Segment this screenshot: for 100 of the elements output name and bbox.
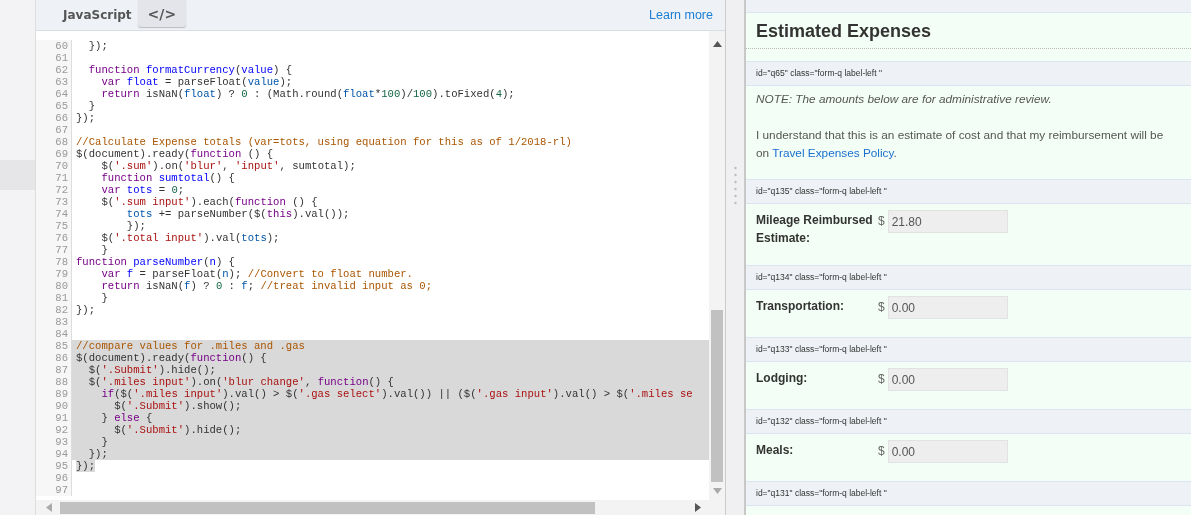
code-line: if($('.miles input').val() > $('.gas select').val()) || ($('.gas input').val() > $('.miles se [100, 388, 693, 400]
currency-symbol: $ [878, 214, 885, 228]
language-label: JavaScript [63, 8, 132, 22]
line-number: 97 [36, 484, 72, 496]
horizontal-scrollbar[interactable] [36, 500, 725, 515]
line-number: 86 [36, 352, 72, 364]
line-number: 65 [36, 100, 72, 112]
drag-handle-icon[interactable] [733, 165, 737, 205]
line-number: 81 [36, 292, 72, 304]
line-number: 82 [36, 304, 72, 316]
code-line: var float = parseFloat(value); [100, 76, 293, 88]
line-number: 84 [36, 328, 72, 340]
line-number: 76 [36, 232, 72, 244]
currency-symbol: $ [878, 372, 885, 386]
line-number: 68 [36, 136, 72, 148]
line-number: 74 [36, 208, 72, 220]
code-line: //Calculate Expense totals (var=tots, using equation for this as of 1/2018-rl) [75, 136, 572, 148]
code-line: }); [75, 304, 96, 316]
line-number: 66 [36, 112, 72, 124]
line-number: 75 [36, 220, 72, 232]
code-line: } [87, 100, 96, 112]
amount-field[interactable]: 0.00 [887, 368, 1008, 391]
code-line: }); [125, 220, 146, 232]
line-number: 70 [36, 160, 72, 172]
note-text: NOTE: The amounts below are for administrative review. [756, 92, 1053, 107]
line-number: 91 [36, 412, 72, 424]
field-label: Lodging: [756, 370, 809, 387]
line-number: 83 [36, 316, 72, 328]
field-label: Meals: [756, 442, 795, 459]
line-number: 85 [36, 340, 72, 352]
line-number: 87 [36, 364, 72, 376]
code-line: var f = parseFloat(n); //Convert to float number. [100, 268, 413, 280]
scroll-down-icon[interactable] [712, 488, 722, 494]
line-number: 88 [36, 376, 72, 388]
code-line: }); [87, 40, 108, 52]
line-number: 62 [36, 64, 72, 76]
code-line: $('.Submit').show(); [113, 400, 242, 412]
amount-field[interactable]: 0.00 [887, 440, 1008, 463]
line-number: 77 [36, 244, 72, 256]
code-line: return isNaN(float) ? 0 : (Math.round(float*100)/100).toFixed(4); [100, 88, 515, 100]
line-number: 79 [36, 268, 72, 280]
code-line: $('.Submit').hide(); [87, 364, 216, 376]
code-line: return isNaN(f) ? 0 : f; //treat invalid input as 0; [100, 280, 433, 292]
acknowledgement-text: I understand that this is an estimate of cost and that my reimbursement will be on Travel Expenses Policy. [756, 127, 1165, 162]
element-tag-bar: id="q133" class="form-q label-left " [746, 337, 1191, 362]
element-tag-bar: id="q135" class="form-q label-left " [746, 179, 1191, 204]
code-line: $(document).ready(function() { [75, 352, 267, 364]
code-line: var tots = 0; [100, 184, 185, 196]
line-number: 96 [36, 472, 72, 484]
line-number: 60 [36, 40, 72, 52]
line-number: 94 [36, 448, 72, 460]
code-line: $('.sum input').each(function () { [100, 196, 318, 208]
code-line: function formatCurrency(value) { [87, 64, 293, 76]
code-line: } [100, 436, 108, 448]
line-number: 69 [36, 148, 72, 160]
line-number: 61 [36, 52, 72, 64]
element-tag-bar: id="q132" class="form-q label-left " [746, 409, 1191, 434]
code-line: function parseNumber(n) { [75, 256, 235, 268]
line-number: 80 [36, 280, 72, 292]
field-label: Mileage Reimbursed Estimate: [756, 212, 874, 247]
section-title: Estimated Expenses [746, 13, 1191, 49]
code-line: } [100, 244, 108, 256]
line-number: 63 [36, 76, 72, 88]
code-line: $('.sum').on('blur', 'input', sumtotal); [100, 160, 356, 172]
amount-field[interactable]: 21.80 [887, 210, 1008, 233]
currency-symbol: $ [878, 444, 885, 458]
vertical-scrollbar[interactable] [709, 31, 725, 500]
line-number: 89 [36, 388, 72, 400]
scroll-right-icon[interactable] [695, 503, 701, 512]
amount-field[interactable]: 0.00 [887, 296, 1008, 319]
line-number: 93 [36, 436, 72, 448]
line-number: 67 [36, 124, 72, 136]
code-line: tots += parseNumber($(this).val()); [125, 208, 350, 220]
scroll-left-icon[interactable] [46, 503, 52, 512]
line-number: 90 [36, 400, 72, 412]
element-tag-bar: id="q134" class="form-q label-left " [746, 265, 1191, 290]
code-view-button[interactable]: </> [137, 0, 187, 27]
code-line: $('.Submit').hide(); [113, 424, 242, 436]
scroll-up-icon[interactable] [712, 41, 722, 47]
line-number: 78 [36, 256, 72, 268]
code-line: }); [87, 448, 108, 460]
code-line: $('.miles input').on('blur change', function() { [87, 376, 394, 388]
learn-more-link[interactable]: Learn more [649, 8, 713, 22]
code-line: //compare values for .miles and .gas [75, 340, 305, 352]
line-number: 92 [36, 424, 72, 436]
code-line: $('.total input').val(tots); [100, 232, 280, 244]
line-number: 64 [36, 88, 72, 100]
code-line: function sumtotal() { [100, 172, 235, 184]
currency-symbol: $ [878, 300, 885, 314]
code-line: } else { [100, 412, 153, 424]
line-number: 71 [36, 172, 72, 184]
line-number: 95 [36, 460, 72, 472]
field-label: Transportation: [756, 298, 845, 315]
element-tag-bar: id="q131" class="form-q label-left " [746, 481, 1191, 506]
element-tag-bar: id="q65" class="form-q label-left " [746, 61, 1191, 86]
code-line: } [100, 292, 108, 304]
line-number: 72 [36, 184, 72, 196]
code-line: }); [75, 112, 96, 124]
line-number: 73 [36, 196, 72, 208]
code-line: $(document).ready(function () { [75, 148, 274, 160]
